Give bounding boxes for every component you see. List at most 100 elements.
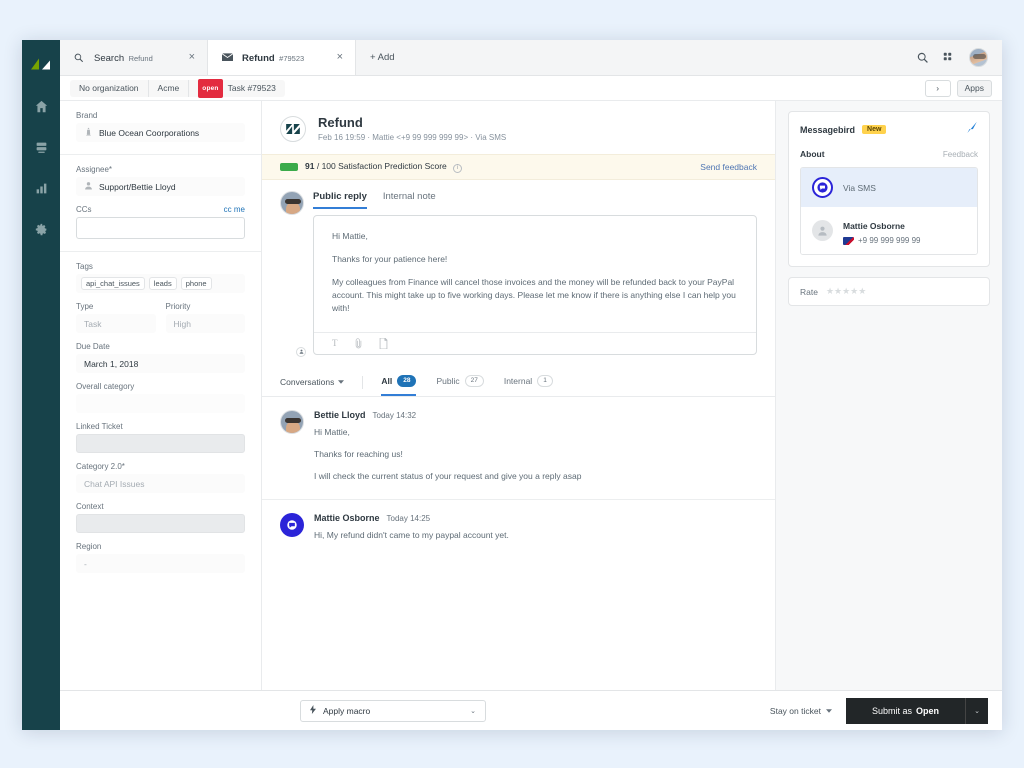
stay-on-ticket-button[interactable]: Stay on ticket xyxy=(770,706,832,716)
sidebar-item-settings[interactable] xyxy=(26,213,56,245)
about-label: About xyxy=(800,149,825,159)
message-timestamp: Today 14:25 xyxy=(386,514,431,524)
field-label: Type xyxy=(76,302,94,311)
filter-count: 27 xyxy=(464,375,484,387)
views-icon xyxy=(36,142,46,153)
filter-tab-all[interactable]: All 28 xyxy=(381,368,417,397)
breadcrumb-item-organization[interactable]: No organization xyxy=(70,79,149,97)
breadcrumb-bar: No organization Acme open Task #79523 › … xyxy=(60,76,1002,101)
priority-select[interactable]: High xyxy=(165,314,245,333)
linked-ticket-input xyxy=(76,434,245,453)
rate-stars[interactable]: ★★★★★ xyxy=(826,286,866,297)
chevron-down-icon: ⌄ xyxy=(470,707,476,715)
ticket-properties-sidebar: Brand Blue Ocean Coorporations Assignee* xyxy=(60,101,262,690)
text-format-icon[interactable]: T xyxy=(332,338,338,348)
ticket-header-text: Refund Feb 16 19:59 · Mattie <+9 99 999 … xyxy=(318,115,506,142)
filter-count: 28 xyxy=(397,375,417,387)
message-header: Bettie Lloyd Today 14:32 xyxy=(314,410,757,420)
tag-chip[interactable]: leads xyxy=(148,277,177,290)
user-avatar[interactable] xyxy=(969,48,988,67)
field-label: Region xyxy=(76,542,102,551)
apps-button[interactable]: Apps xyxy=(956,79,992,97)
page-title: Refund xyxy=(318,115,363,130)
tab-search[interactable]: Search Refund × xyxy=(60,40,208,75)
filter-tab-internal[interactable]: Internal 1 xyxy=(504,368,553,396)
tab-internal-note[interactable]: Internal note xyxy=(383,191,436,209)
ccs-label: CCs xyxy=(76,205,92,214)
field-label: Overall category xyxy=(76,382,135,391)
reply-textarea[interactable]: Hi Mattie, Thanks for your patience here… xyxy=(314,216,756,332)
tag-chip[interactable]: api_chat_issues xyxy=(81,277,145,290)
requester-phone: +9 99 999 999 99 xyxy=(858,236,921,245)
brand-select[interactable]: Blue Ocean Coorporations xyxy=(76,123,245,142)
channel-row[interactable]: Via SMS xyxy=(801,168,977,207)
context-input xyxy=(76,514,245,533)
ccs-input[interactable] xyxy=(76,217,245,239)
conversations-selector[interactable]: Conversations xyxy=(280,377,345,387)
home-icon xyxy=(35,100,47,112)
sidebar-item-views[interactable] xyxy=(26,131,56,163)
category-20-select[interactable]: Chat API Issues xyxy=(76,474,245,493)
breadcrumb-item-current[interactable]: open Task #79523 xyxy=(189,78,285,98)
reply-paragraph: Hi Mattie, xyxy=(332,230,368,241)
message-avatar xyxy=(280,409,304,484)
cc-me-link[interactable]: cc me xyxy=(224,205,245,214)
tab-close-icon[interactable]: × xyxy=(335,52,345,63)
tab-close-icon[interactable]: × xyxy=(187,52,197,63)
sidebar-item-home[interactable] xyxy=(26,90,56,122)
field-context: Context xyxy=(76,502,245,533)
submit-dropdown-caret[interactable]: ⌄ xyxy=(966,697,988,724)
submit-button[interactable]: Submit as Open xyxy=(845,697,966,724)
stay-on-ticket-label: Stay on ticket xyxy=(769,705,821,716)
search-icon[interactable] xyxy=(917,52,929,64)
message-paragraph: Hi, My refund didn't came to my paypal a… xyxy=(314,530,509,541)
requester-name: Mattie Osborne xyxy=(843,221,905,231)
field-label: Category 2.0* xyxy=(76,462,125,471)
feedback-link[interactable]: Feedback xyxy=(943,150,978,159)
assignee-select[interactable]: Support/Bettie Lloyd xyxy=(76,177,245,196)
tab-title: Refund xyxy=(242,53,275,65)
tag-chip[interactable]: phone xyxy=(180,277,212,290)
filter-tab-public[interactable]: Public 27 xyxy=(436,368,484,396)
lighthouse-icon xyxy=(84,127,93,138)
messagebird-channel-icon xyxy=(812,177,833,198)
person-avatar-icon xyxy=(812,220,833,241)
ticket-header: Refund Feb 16 19:59 · Mattie <+9 99 999 … xyxy=(262,101,775,154)
apply-macro-button[interactable]: Apply macro ⌄ xyxy=(300,699,486,722)
app-header: Messagebird New xyxy=(789,112,989,147)
field-tags: Tags api_chat_issues leads phone xyxy=(76,262,245,293)
field-ccs: CCs cc me xyxy=(76,205,245,239)
attributes-group: Tags api_chat_issues leads phone Type Ta… xyxy=(60,252,261,585)
add-tab-button[interactable]: + Add xyxy=(356,40,409,75)
attachment-icon[interactable] xyxy=(354,337,363,349)
message-paragraph: Thanks for reaching us! xyxy=(314,448,403,459)
apps-grid-icon[interactable] xyxy=(943,52,955,64)
next-button[interactable]: › xyxy=(924,79,951,97)
filter-count: 1 xyxy=(537,375,553,387)
breadcrumb-current-label: Task #79523 xyxy=(227,82,276,93)
satisfaction-score-text: 91 / 100 Satisfaction Prediction Score i xyxy=(305,161,463,173)
tab-public-reply[interactable]: Public reply xyxy=(313,191,367,209)
region-select[interactable]: - xyxy=(76,554,245,573)
requester-row[interactable]: Mattie Osborne +9 99 999 999 99 xyxy=(801,207,977,254)
knowledge-article-icon[interactable] xyxy=(379,337,388,349)
due-date-input[interactable]: March 1, 2018 xyxy=(76,354,245,373)
zendesk-logo[interactable] xyxy=(26,48,56,78)
message-paragraph: Hi Mattie, xyxy=(314,426,350,437)
type-select[interactable]: Task xyxy=(76,314,156,333)
field-region: Region - xyxy=(76,542,245,573)
field-label: Priority xyxy=(165,302,191,311)
apply-macro-label: Apply macro xyxy=(323,705,371,716)
sidebar-item-reporting[interactable] xyxy=(26,172,56,204)
field-priority: Priority High xyxy=(165,302,245,333)
tags-input[interactable]: api_chat_issues leads phone xyxy=(76,274,245,293)
tab-refund-ticket[interactable]: Refund #79523 × xyxy=(208,40,356,75)
field-label: Brand xyxy=(76,111,98,120)
chevron-down-icon xyxy=(338,380,345,384)
composer-box: Hi Mattie, Thanks for your patience here… xyxy=(313,214,757,355)
info-icon[interactable]: i xyxy=(453,163,463,173)
send-feedback-link[interactable]: Send feedback xyxy=(700,162,757,172)
breadcrumb-item-acme[interactable]: Acme xyxy=(149,79,190,97)
overall-category-select[interactable] xyxy=(76,394,245,413)
channel-label: Via SMS xyxy=(843,182,876,193)
